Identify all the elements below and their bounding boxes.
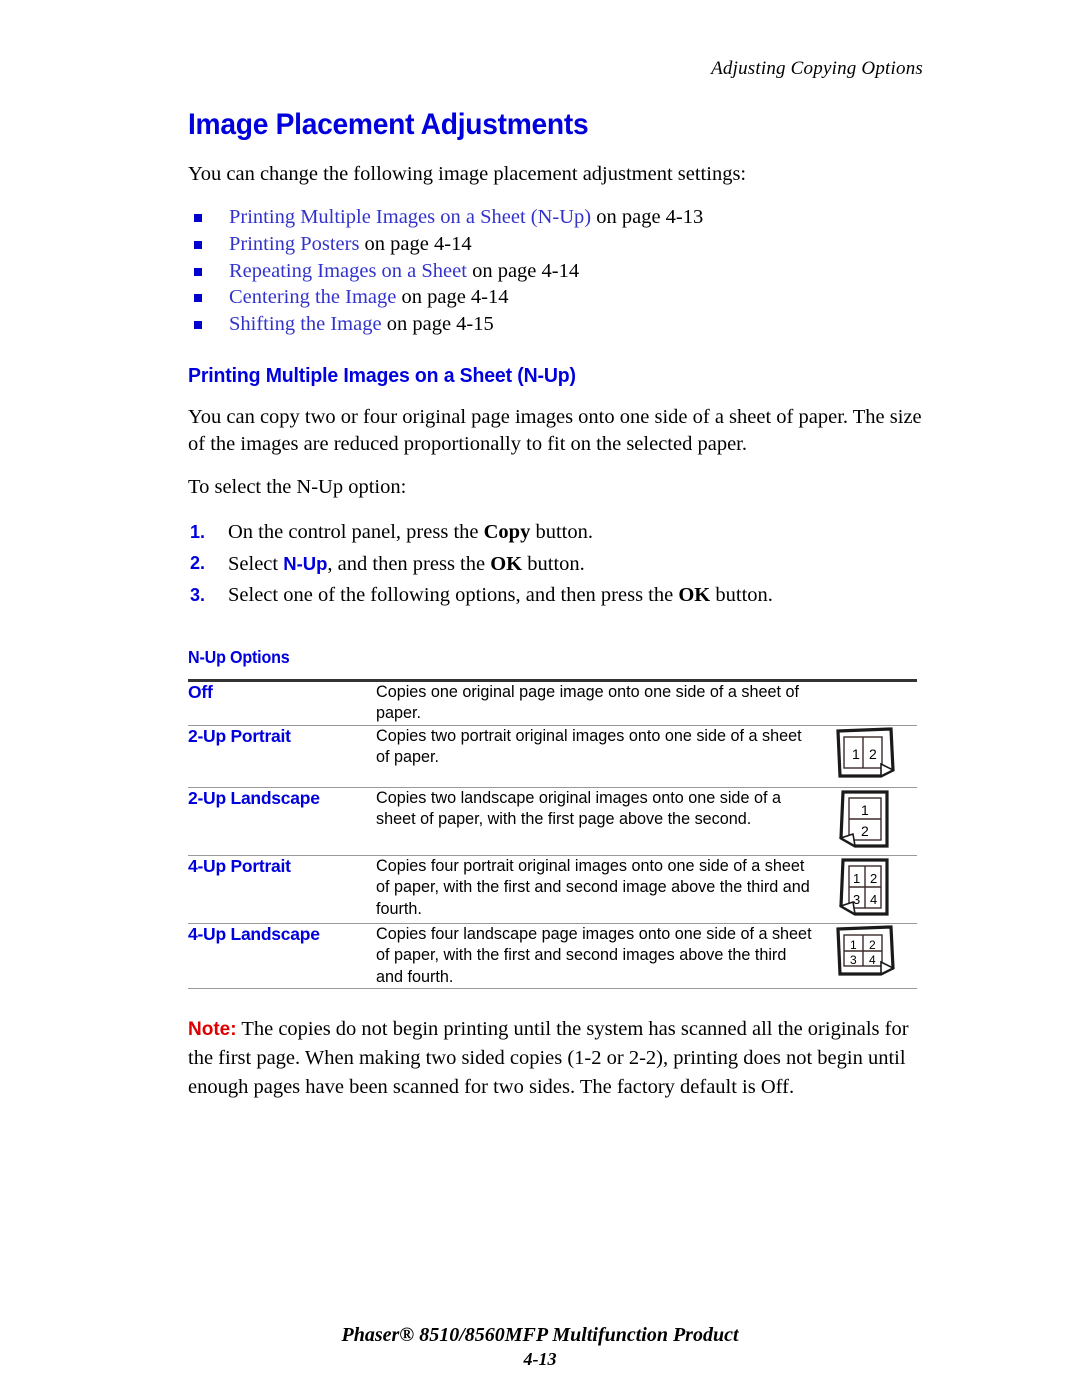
cross-reference-tail: on page 4-14 — [466, 259, 580, 282]
step-text-pre: Select — [228, 552, 284, 575]
option-description: Copies four portrait original images ont… — [376, 854, 813, 924]
table-row-bottom-rule — [188, 988, 917, 990]
option-description: Copies two portrait original images onto… — [376, 724, 813, 788]
step-emphasis: Copy — [483, 520, 531, 543]
procedure-step: 1. On the control panel, press the Copy b… — [188, 517, 926, 548]
footer-product: Phaser® 8510/8560MFP Multifunction Produ… — [341, 1324, 739, 1346]
sheet-4up-landscape-icon: 1 2 3 4 — [833, 924, 897, 980]
table-row: 2-Up Landscape Copies two landscape orig… — [188, 786, 917, 856]
cross-reference-link[interactable]: Printing Multiple Images on a Sheet (N-U… — [229, 206, 591, 228]
svg-text:2: 2 — [869, 938, 876, 952]
svg-text:4: 4 — [869, 953, 876, 967]
step-text-mid: , and then press the — [327, 552, 491, 575]
content-column: Image Placement Adjustments You can chan… — [188, 108, 926, 1123]
svg-text:2: 2 — [861, 823, 869, 839]
table-row: Off Copies one original page image onto … — [188, 678, 917, 726]
step-text-pre: On the control panel, press the — [228, 520, 484, 543]
footer-page-number: 4-13 — [523, 1349, 557, 1369]
step-option-name: N-Up — [283, 552, 328, 574]
option-label: Off — [188, 678, 376, 726]
bullet-square-icon — [194, 240, 202, 249]
list-item[interactable]: Repeating Images on a Sheet on page 4-14 — [188, 258, 926, 285]
svg-text:1: 1 — [853, 871, 860, 886]
cross-reference-tail: on page 4-14 — [396, 286, 509, 309]
step-number: 2. — [190, 552, 206, 573]
intro-paragraph: You can change the following image place… — [188, 163, 747, 185]
svg-text:1: 1 — [850, 938, 857, 952]
bullet-square-icon — [194, 267, 202, 276]
step-emphasis: OK — [490, 552, 523, 575]
svg-text:3: 3 — [853, 892, 860, 907]
option-label: 4-Up Landscape — [188, 922, 376, 989]
table-bottom-rule-right — [813, 988, 917, 990]
cross-reference-tail: on page 4-15 — [381, 313, 494, 336]
option-label: 2-Up Landscape — [188, 786, 376, 856]
step-emphasis: OK — [678, 583, 711, 606]
option-figure-empty — [813, 678, 917, 726]
list-item[interactable]: Centering the Image on page 4-14 — [188, 284, 926, 311]
step-number: 3. — [190, 584, 206, 605]
table-bottom-rule-left — [188, 988, 376, 990]
svg-text:4: 4 — [870, 892, 877, 907]
option-description: Copies one original page image onto one … — [376, 678, 813, 726]
table-bottom-rule-mid — [376, 988, 813, 990]
option-figure: 1 2 — [813, 724, 917, 788]
cross-reference-tail: on page 4-14 — [359, 232, 472, 255]
option-label: 2-Up Portrait — [188, 724, 376, 788]
list-item[interactable]: Printing Posters on page 4-14 — [188, 231, 926, 258]
table-row: 2-Up Portrait Copies two portrait origin… — [188, 724, 917, 788]
cross-reference-tail: on page 4-13 — [591, 206, 704, 228]
option-figure: 1 2 3 4 — [813, 922, 917, 989]
note-text: The copies do not begin printing until t… — [188, 1018, 909, 1099]
document-page: Adjusting Copying Options Image Placemen… — [0, 0, 1080, 1397]
section-heading: Printing Multiple Images on a Sheet (N-U… — [188, 363, 576, 387]
procedure-step: 2. Select N-Up, and then press the OK but… — [188, 548, 926, 580]
svg-text:3: 3 — [850, 953, 857, 967]
bullet-square-icon — [194, 294, 202, 303]
procedure-lead-in: To select the N-Up option: — [188, 475, 407, 498]
svg-text:1: 1 — [852, 746, 860, 762]
cross-reference-link[interactable]: Shifting the Image — [229, 313, 382, 335]
list-item[interactable]: Shifting the Image on page 4-15 — [188, 311, 926, 338]
option-description: Copies two landscape original images ont… — [376, 786, 813, 856]
nup-options-table: Off Copies one original page image onto … — [188, 678, 917, 990]
procedure-step: 3. Select one of the following options, a… — [188, 580, 926, 611]
table-row: 4-Up Landscape Copies four landscape pag… — [188, 922, 917, 989]
step-number: 1. — [190, 521, 206, 542]
svg-text:2: 2 — [869, 746, 877, 762]
running-header: Adjusting Copying Options — [711, 58, 923, 79]
bullet-square-icon — [194, 321, 202, 330]
note-label: Note: — [188, 1019, 237, 1041]
option-label: 4-Up Portrait — [188, 854, 376, 924]
sheet-2up-landscape-icon: 1 2 — [837, 788, 893, 850]
cross-reference-list: Printing Multiple Images on a Sheet (N-U… — [188, 204, 926, 338]
nup-options-table-wrapper: N-Up Options Off Copies one original pag… — [188, 647, 926, 990]
page-title: Image Placement Adjustments — [188, 108, 589, 141]
svg-text:2: 2 — [870, 871, 877, 886]
section-paragraph: You can copy two or four original page i… — [188, 405, 922, 455]
step-text-post: button. — [522, 552, 585, 575]
cross-reference-link[interactable]: Printing Posters — [229, 233, 359, 255]
cross-reference-link[interactable]: Repeating Images on a Sheet — [229, 260, 467, 282]
table-caption: N-Up Options — [188, 646, 290, 667]
list-item[interactable]: Printing Multiple Images on a Sheet (N-U… — [188, 204, 926, 231]
svg-text:1: 1 — [861, 802, 869, 818]
step-text-post: button. — [530, 520, 593, 543]
option-description: Copies four landscape page images onto o… — [376, 922, 813, 989]
table-row: 4-Up Portrait Copies four portrait origi… — [188, 854, 917, 924]
page-footer: Phaser® 8510/8560MFP Multifunction Produ… — [0, 1324, 1080, 1370]
note-block: Note: The copies do not begin printing u… — [188, 1015, 926, 1102]
step-text-pre: Select one of the following options, and… — [228, 583, 679, 606]
option-figure: 1 2 3 4 — [813, 854, 917, 924]
cross-reference-link[interactable]: Centering the Image — [229, 286, 396, 308]
procedure-steps: 1. On the control panel, press the Copy b… — [188, 517, 926, 611]
option-figure: 1 2 — [813, 786, 917, 856]
bullet-square-icon — [194, 214, 202, 222]
sheet-4up-portrait-icon: 1 2 3 4 — [837, 856, 893, 918]
step-text-post: button. — [710, 583, 773, 606]
sheet-2up-portrait-icon: 1 2 — [833, 726, 897, 782]
